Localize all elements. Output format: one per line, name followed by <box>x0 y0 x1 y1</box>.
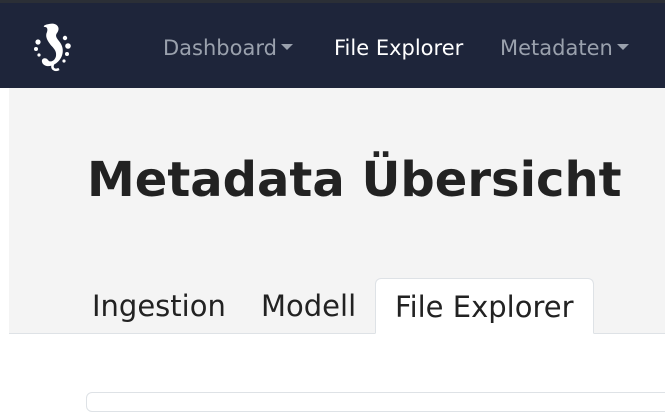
tab-file-explorer[interactable]: File Explorer <box>375 278 594 334</box>
tab-modell[interactable]: Modell <box>261 278 356 334</box>
content-card <box>86 392 665 412</box>
page-left-margin <box>0 88 9 398</box>
seahorse-logo-icon[interactable] <box>31 20 75 72</box>
tab-ingestion-label: Ingestion <box>92 289 226 323</box>
nav-metadaten-dropdown[interactable]: Metadaten <box>500 33 629 63</box>
page-title: Metadata Übersicht <box>87 152 622 208</box>
nav-metadaten-label: Metadaten <box>500 36 613 60</box>
tab-ingestion[interactable]: Ingestion <box>92 278 226 334</box>
chevron-down-icon <box>280 44 293 50</box>
nav-dashboard-label: Dashboard <box>163 36 277 60</box>
tab-file-explorer-label: File Explorer <box>395 290 574 324</box>
nav-file-explorer-label: File Explorer <box>334 36 464 60</box>
tab-modell-label: Modell <box>261 289 357 323</box>
top-navbar: Dashboard File Explorer Metadaten <box>0 3 665 88</box>
nav-file-explorer[interactable]: File Explorer <box>334 33 463 63</box>
nav-dashboard-dropdown[interactable]: Dashboard <box>163 33 293 63</box>
chevron-down-icon <box>616 44 629 50</box>
